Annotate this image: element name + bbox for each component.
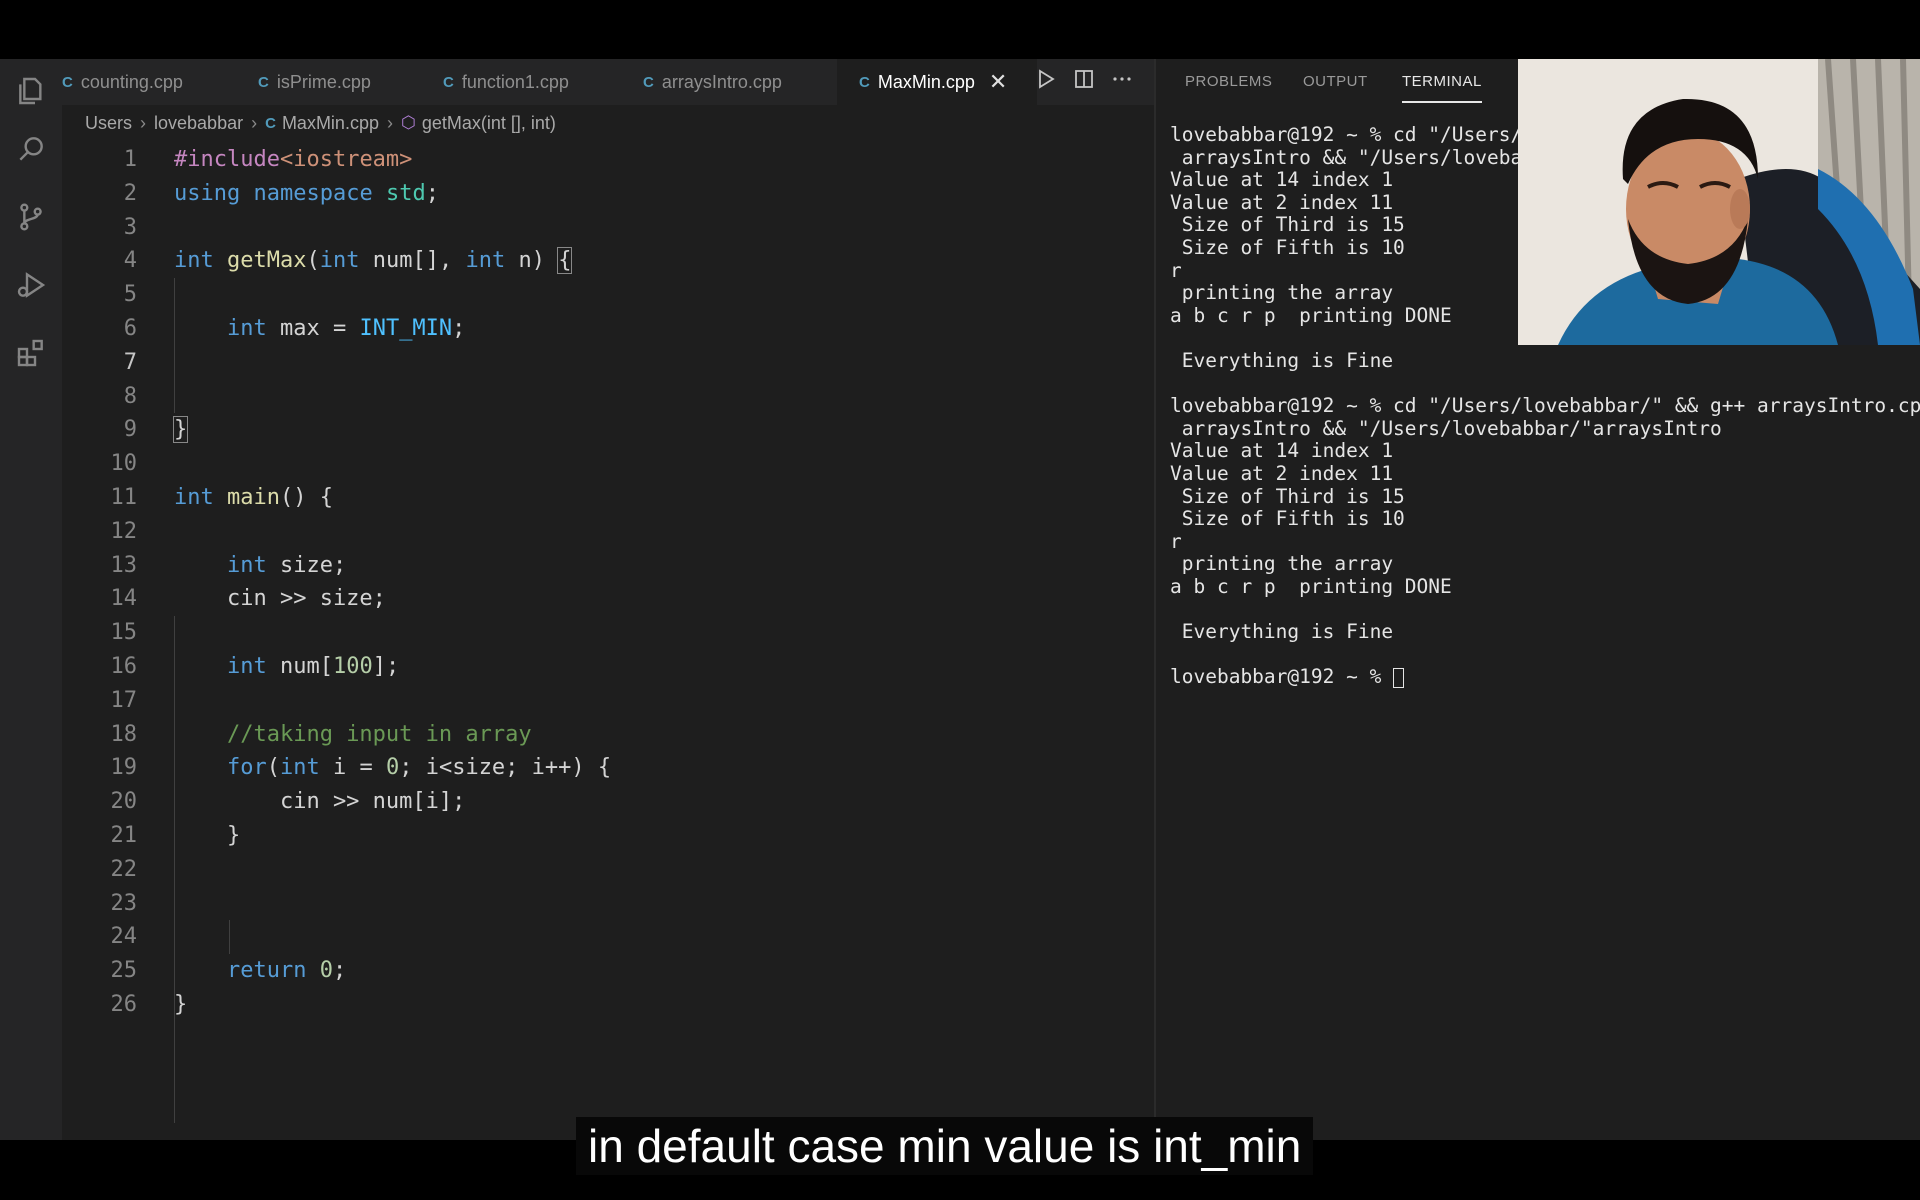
terminal-line: Value at 14 index 1 (1170, 440, 1394, 463)
tab-counting[interactable]: C counting.cpp (62, 59, 252, 105)
extensions-icon[interactable] (13, 335, 49, 371)
presenter-video-image (1518, 59, 1920, 345)
code-line: 17 (110, 687, 138, 713)
code-line: 16 int num[100]; (110, 653, 400, 679)
code-line: 22 (110, 856, 138, 882)
code-line: 9} (123, 416, 189, 444)
code-line: 2 using namespace std; (123, 180, 439, 206)
tab-isprime[interactable]: C isPrime.cpp (258, 59, 448, 105)
code-line: 5 (123, 282, 137, 308)
code-line: 13 int size; (110, 552, 347, 578)
cpp-file-icon: C (859, 73, 870, 91)
terminal-line: Value at 2 index 11 (1170, 462, 1394, 485)
tab-output[interactable]: OUTPUT (1303, 59, 1368, 105)
tab-label: isPrime.cpp (276, 71, 371, 92)
terminal-prompt-line: lovebabbar@192 ~ % (1170, 666, 1920, 689)
code-line: 1 #include<iostream> (123, 147, 413, 172)
editor-tab-bar: C counting.cpp C isPrime.cpp C function1… (62, 59, 1154, 105)
tab-arraysintro[interactable]: C arraysIntro.cpp (643, 59, 843, 105)
explorer-icon[interactable] (13, 73, 49, 109)
code-line: 10 (110, 451, 138, 477)
tab-label: function1.cpp (461, 71, 569, 92)
terminal-prompt: lovebabbar@192 ~ % (1170, 666, 1394, 689)
code-line: 3 (123, 214, 137, 240)
code-line: 8 (123, 383, 137, 409)
tab-label: counting.cpp (80, 71, 183, 92)
code-line: 6 int max = INT_MIN; (123, 315, 466, 341)
terminal-line: arraysIntro && "/Users/lovebabbar/"array… (1170, 417, 1722, 440)
method-cube-icon: ⬡ (400, 113, 416, 132)
tab-function1[interactable]: C function1.cpp (443, 59, 633, 105)
close-tab-icon[interactable]: ✕ (989, 69, 1007, 95)
cpp-file-icon: C (258, 73, 269, 91)
video-caption: in default case min value is int_min (576, 1117, 1314, 1175)
webcam-overlay (1518, 59, 1920, 345)
code-line: 11 int main() { (110, 484, 333, 510)
vscode-window: C counting.cpp C isPrime.cpp C function1… (0, 59, 1920, 1140)
chevron-right-icon: › (251, 112, 258, 133)
code-line: 4 int getMax(int num[], int n) { (123, 247, 573, 275)
code-line: 25 return 0; (110, 958, 347, 984)
terminal-line: printing the array (1170, 553, 1394, 576)
video-letterbox-top (0, 0, 1920, 59)
chevron-right-icon: › (140, 112, 147, 133)
run-icon[interactable] (1036, 69, 1056, 95)
breadcrumb-item[interactable]: getMax(int [], int) (422, 113, 556, 134)
tab-label: MaxMin.cpp (877, 71, 975, 92)
code-line: 23 (110, 890, 138, 916)
breadcrumb-item[interactable]: MaxMin.cpp (282, 113, 379, 134)
cpp-file-icon: C (443, 73, 454, 91)
split-editor-icon[interactable] (1074, 69, 1094, 95)
chevron-right-icon: › (386, 112, 393, 133)
code-line: 20 cin >> num[i]; (110, 789, 466, 815)
code-line: 12 (110, 518, 138, 544)
code-line: 18 //taking input in array (110, 721, 532, 747)
breadcrumb-item[interactable]: Users (85, 113, 132, 134)
breadcrumb-item[interactable]: lovebabbar (154, 113, 243, 134)
tab-terminal[interactable]: TERMINAL (1402, 59, 1482, 105)
tab-label: arraysIntro.cpp (661, 71, 782, 92)
tab-problems[interactable]: PROBLEMS (1185, 59, 1272, 105)
more-actions-icon[interactable] (1112, 69, 1132, 95)
breadcrumb: Users › lovebabbar › C MaxMin.cpp › ⬡ ge… (85, 110, 556, 136)
terminal-line: Everything is Fine (1170, 621, 1394, 644)
cpp-file-icon: C (265, 114, 276, 132)
terminal-line: Size of Fifth is 10 (1170, 508, 1405, 531)
terminal-line: r (1170, 530, 1182, 553)
terminal-line: Everything is Fine (1170, 349, 1394, 372)
terminal-line: a b c r p printing DONE (1170, 575, 1452, 598)
editor-group: C counting.cpp C isPrime.cpp C function1… (62, 59, 1154, 1140)
search-icon[interactable] (13, 131, 49, 167)
tab-maxmin[interactable]: C MaxMin.cpp ✕ (837, 59, 1037, 105)
code-line-current: 7 (123, 349, 137, 375)
activity-bar (0, 59, 62, 1140)
terminal-cursor (1393, 667, 1405, 688)
cpp-file-icon: C (643, 73, 654, 91)
editor-actions (1036, 59, 1132, 105)
code-editor[interactable]: 1 #include<iostream> 2 using namespace std… (62, 143, 1154, 1123)
code-line: 14 cin >> size; (110, 586, 386, 612)
cpp-file-icon: C (62, 73, 73, 91)
terminal-line: Size of Third is 15 (1170, 485, 1405, 508)
source-control-icon[interactable] (13, 199, 49, 235)
code-line: 15 (110, 620, 138, 646)
code-line: 19 for(int i = 0; i<size; i++) { (110, 755, 612, 781)
code-line: 21 } (110, 822, 241, 848)
code-line: 26} (110, 991, 188, 1017)
terminal-line: lovebabbar@192 ~ % cd "/Users/lovebabbar… (1170, 395, 1920, 418)
code-line: 24 (110, 924, 138, 950)
run-debug-icon[interactable] (13, 267, 49, 303)
